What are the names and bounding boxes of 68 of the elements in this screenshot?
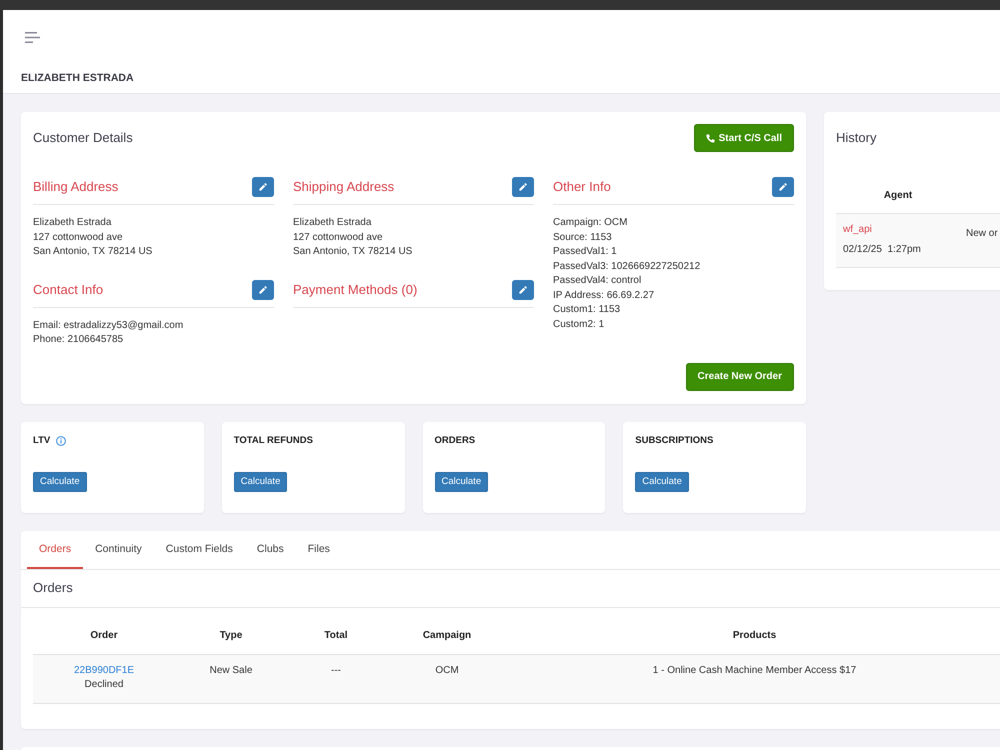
calculate-button[interactable]: Calculate	[635, 472, 689, 492]
detail-line: Email: estradalizzy53@gmail.com	[33, 318, 184, 332]
column-header: Order	[33, 618, 175, 654]
section-title: Payment Methods (0)	[293, 282, 418, 298]
pencil-icon	[259, 183, 267, 191]
detail-line: IP Address: 66.69.2.27	[553, 288, 656, 302]
phone-icon	[706, 134, 715, 142]
agent-name: wf_api	[843, 223, 873, 237]
section-title: Shipping Address	[293, 179, 394, 195]
edit-button[interactable]	[512, 177, 534, 197]
calculate-button[interactable]: Calculate	[234, 472, 288, 492]
create-order-button[interactable]: Create New Order	[686, 362, 794, 390]
detail-line: Source: 1153	[553, 230, 613, 244]
edit-button[interactable]	[512, 280, 534, 300]
column-header: Products	[509, 618, 1000, 654]
table-cell: New Sale	[175, 654, 287, 703]
section-title: Other Info	[553, 179, 611, 195]
detail-line: Custom1: 1153	[553, 303, 622, 317]
stat-title: LTV	[33, 435, 50, 446]
history-note: New or	[966, 228, 998, 239]
detail-line: PassedVal4: control	[553, 274, 642, 288]
table-cell: 1 - Online Cash Machine Member Access $17	[509, 654, 1000, 703]
section-title: Billing Address	[33, 179, 118, 195]
calculate-button[interactable]: Calculate	[33, 472, 87, 492]
pencil-icon	[519, 183, 527, 191]
edit-button[interactable]	[252, 280, 274, 300]
detail-line: Campaign: OCM	[553, 216, 628, 230]
column-header: Total	[287, 618, 385, 654]
stat-title: TOTAL REFUNDS	[234, 435, 313, 446]
column-header: Agent	[882, 190, 914, 200]
menu-icon[interactable]	[25, 32, 40, 43]
customer-name: ELIZABETH ESTRADA	[21, 72, 134, 85]
info-icon[interactable]	[56, 436, 66, 446]
history-time: 02/12/25 1:27pm	[843, 243, 922, 257]
detail-line: PassedVal3: 1026669227250212	[553, 260, 702, 274]
card-title: History	[836, 130, 878, 146]
column-header: Campaign	[385, 618, 509, 654]
order-link[interactable]: 22B990DF1E	[74, 664, 134, 678]
pencil-icon	[779, 183, 787, 191]
pencil-icon	[519, 286, 527, 294]
tab[interactable]: Files	[296, 530, 342, 568]
tab[interactable]: Clubs	[244, 530, 296, 568]
stat-title: ORDERS	[434, 435, 476, 446]
tab[interactable]: Orders	[27, 530, 84, 568]
detail-line: Elizabeth Estrada	[293, 216, 372, 230]
detail-line: Elizabeth Estrada	[33, 216, 112, 230]
detail-line: 127 cottonwood ave	[293, 230, 384, 244]
edit-button[interactable]	[772, 177, 794, 197]
column-header: Type	[175, 618, 287, 654]
detail-line: San Antonio, TX 78214 US	[33, 245, 154, 259]
detail-line: Custom2: 1	[553, 318, 606, 332]
order-status: Declined	[84, 678, 124, 692]
calculate-button[interactable]: Calculate	[434, 472, 488, 492]
tab[interactable]: Custom Fields	[154, 530, 245, 568]
table-cell: ---	[287, 654, 385, 703]
card-title: Customer Details	[33, 130, 133, 146]
table-cell: OCM	[385, 654, 509, 703]
detail-line: San Antonio, TX 78214 US	[293, 245, 414, 259]
detail-line: 127 cottonwood ave	[33, 230, 124, 244]
start-call-button[interactable]: Start C/S Call	[694, 124, 794, 152]
detail-line: Phone: 2106645785	[33, 333, 124, 347]
stat-title: SUBSCRIPTIONS	[635, 435, 714, 446]
pencil-icon	[259, 286, 267, 294]
section-heading: Orders	[33, 580, 73, 596]
section-title: Contact Info	[33, 282, 104, 298]
tab[interactable]: Continuity	[83, 530, 154, 568]
edit-button[interactable]	[252, 177, 274, 197]
detail-line: PassedVal1: 1	[553, 245, 618, 259]
